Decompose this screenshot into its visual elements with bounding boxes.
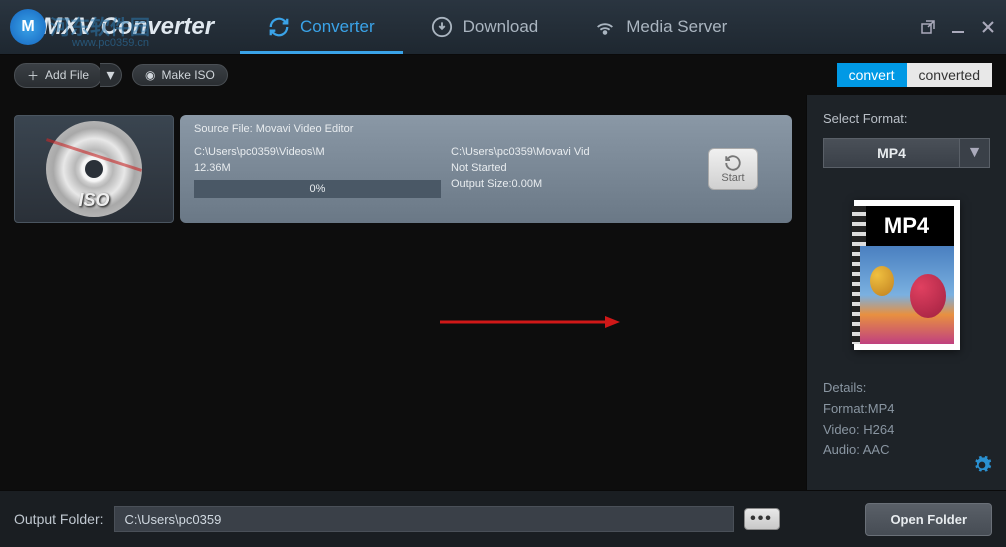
- wifi-icon: [594, 16, 616, 38]
- converted-tab[interactable]: converted: [907, 63, 992, 87]
- open-folder-button[interactable]: Open Folder: [865, 503, 992, 536]
- format-dropdown-value: MP4: [824, 145, 959, 161]
- red-arrow-annotation: [440, 315, 620, 329]
- settings-button[interactable]: [972, 455, 992, 480]
- detail-format: Format:MP4: [823, 399, 990, 420]
- watermark-text: 河东软件园: [50, 11, 150, 40]
- file-thumbnail[interactable]: ISO: [14, 115, 174, 223]
- main-tabs: Converter Download Media Server: [240, 0, 920, 54]
- disc-icon: ◉: [145, 68, 155, 82]
- output-folder-input[interactable]: [114, 506, 734, 532]
- file-right-col: C:\Users\pc0359\Movavi Vid Not Started O…: [451, 146, 698, 205]
- iso-disc-icon: ISO: [46, 121, 142, 217]
- gear-icon: [972, 455, 992, 475]
- detail-audio: Audio: AAC: [823, 440, 990, 461]
- conversion-status: Not Started: [451, 162, 698, 174]
- start-label: Start: [721, 172, 744, 184]
- iso-label: ISO: [78, 190, 109, 211]
- add-file-button[interactable]: ＋ Add File: [14, 63, 102, 88]
- toolbar: ＋ Add File ▾ ◉ Make ISO convert converte…: [0, 55, 1006, 95]
- minimize-button[interactable]: [950, 19, 966, 35]
- main-area: ISO Source File: Movavi Video Editor Sta…: [0, 95, 1006, 490]
- download-icon: [431, 16, 453, 38]
- details-heading: Details:: [823, 378, 990, 399]
- source-file-label: Source File: Movavi Video Editor: [194, 123, 698, 142]
- format-preview-label: MP4: [860, 206, 954, 246]
- format-preview: MP4: [854, 200, 960, 350]
- tab-converter-label: Converter: [300, 17, 375, 37]
- select-format-label: Select Format:: [823, 111, 990, 126]
- format-preview-image: [860, 246, 954, 344]
- format-sidebar: Select Format: MP4 ▼ MP4 Details: Format…: [806, 95, 1006, 490]
- tab-download-label: Download: [463, 17, 539, 37]
- title-bar: 河东软件园 www.pc0359.cn M MXV Converter Conv…: [0, 0, 1006, 55]
- input-path: C:\Users\pc0359\Videos\M: [194, 146, 441, 158]
- add-file-label: Add File: [45, 68, 89, 82]
- input-size: 12.36M: [194, 162, 441, 174]
- chevron-down-icon: ▼: [959, 139, 989, 167]
- output-folder-label: Output Folder:: [14, 511, 104, 527]
- format-dropdown[interactable]: MP4 ▼: [823, 138, 990, 168]
- refresh-icon: [268, 16, 290, 38]
- progress-bar: 0%: [194, 180, 441, 198]
- add-file-dropdown[interactable]: ▾: [100, 63, 122, 87]
- browse-folder-button[interactable]: •••: [744, 508, 780, 530]
- file-row[interactable]: ISO Source File: Movavi Video Editor Sta…: [14, 115, 792, 223]
- plus-icon: ＋: [27, 67, 39, 84]
- tab-media-server-label: Media Server: [626, 17, 727, 37]
- watermark-url: www.pc0359.cn: [72, 37, 149, 49]
- output-size: Output Size:0.00M: [451, 178, 698, 190]
- start-button[interactable]: Start: [708, 148, 758, 190]
- restart-icon: [723, 154, 743, 172]
- make-iso-label: Make ISO: [162, 68, 215, 82]
- detail-video: Video: H264: [823, 420, 990, 441]
- format-details: Details: Format:MP4 Video: H264 Audio: A…: [823, 378, 990, 461]
- popout-button[interactable]: [920, 19, 936, 35]
- convert-tab[interactable]: convert: [837, 63, 907, 87]
- footer: Output Folder: ••• Open Folder: [0, 490, 1006, 547]
- window-controls: [920, 19, 996, 35]
- convert-status-tabs: convert converted: [837, 63, 992, 87]
- file-info-panel: Source File: Movavi Video Editor Start C…: [180, 115, 792, 223]
- file-list: ISO Source File: Movavi Video Editor Sta…: [0, 95, 806, 490]
- close-button[interactable]: [980, 19, 996, 35]
- tab-media-server[interactable]: Media Server: [566, 0, 755, 54]
- output-path: C:\Users\pc0359\Movavi Vid: [451, 146, 698, 158]
- tab-converter[interactable]: Converter: [240, 0, 403, 54]
- make-iso-button[interactable]: ◉ Make ISO: [132, 64, 228, 86]
- app-logo-icon: M: [10, 9, 46, 45]
- tab-download[interactable]: Download: [403, 0, 567, 54]
- logo-area: 河东软件园 www.pc0359.cn M MXV Converter: [10, 9, 240, 45]
- file-left-col: C:\Users\pc0359\Videos\M 12.36M 0%: [194, 146, 441, 205]
